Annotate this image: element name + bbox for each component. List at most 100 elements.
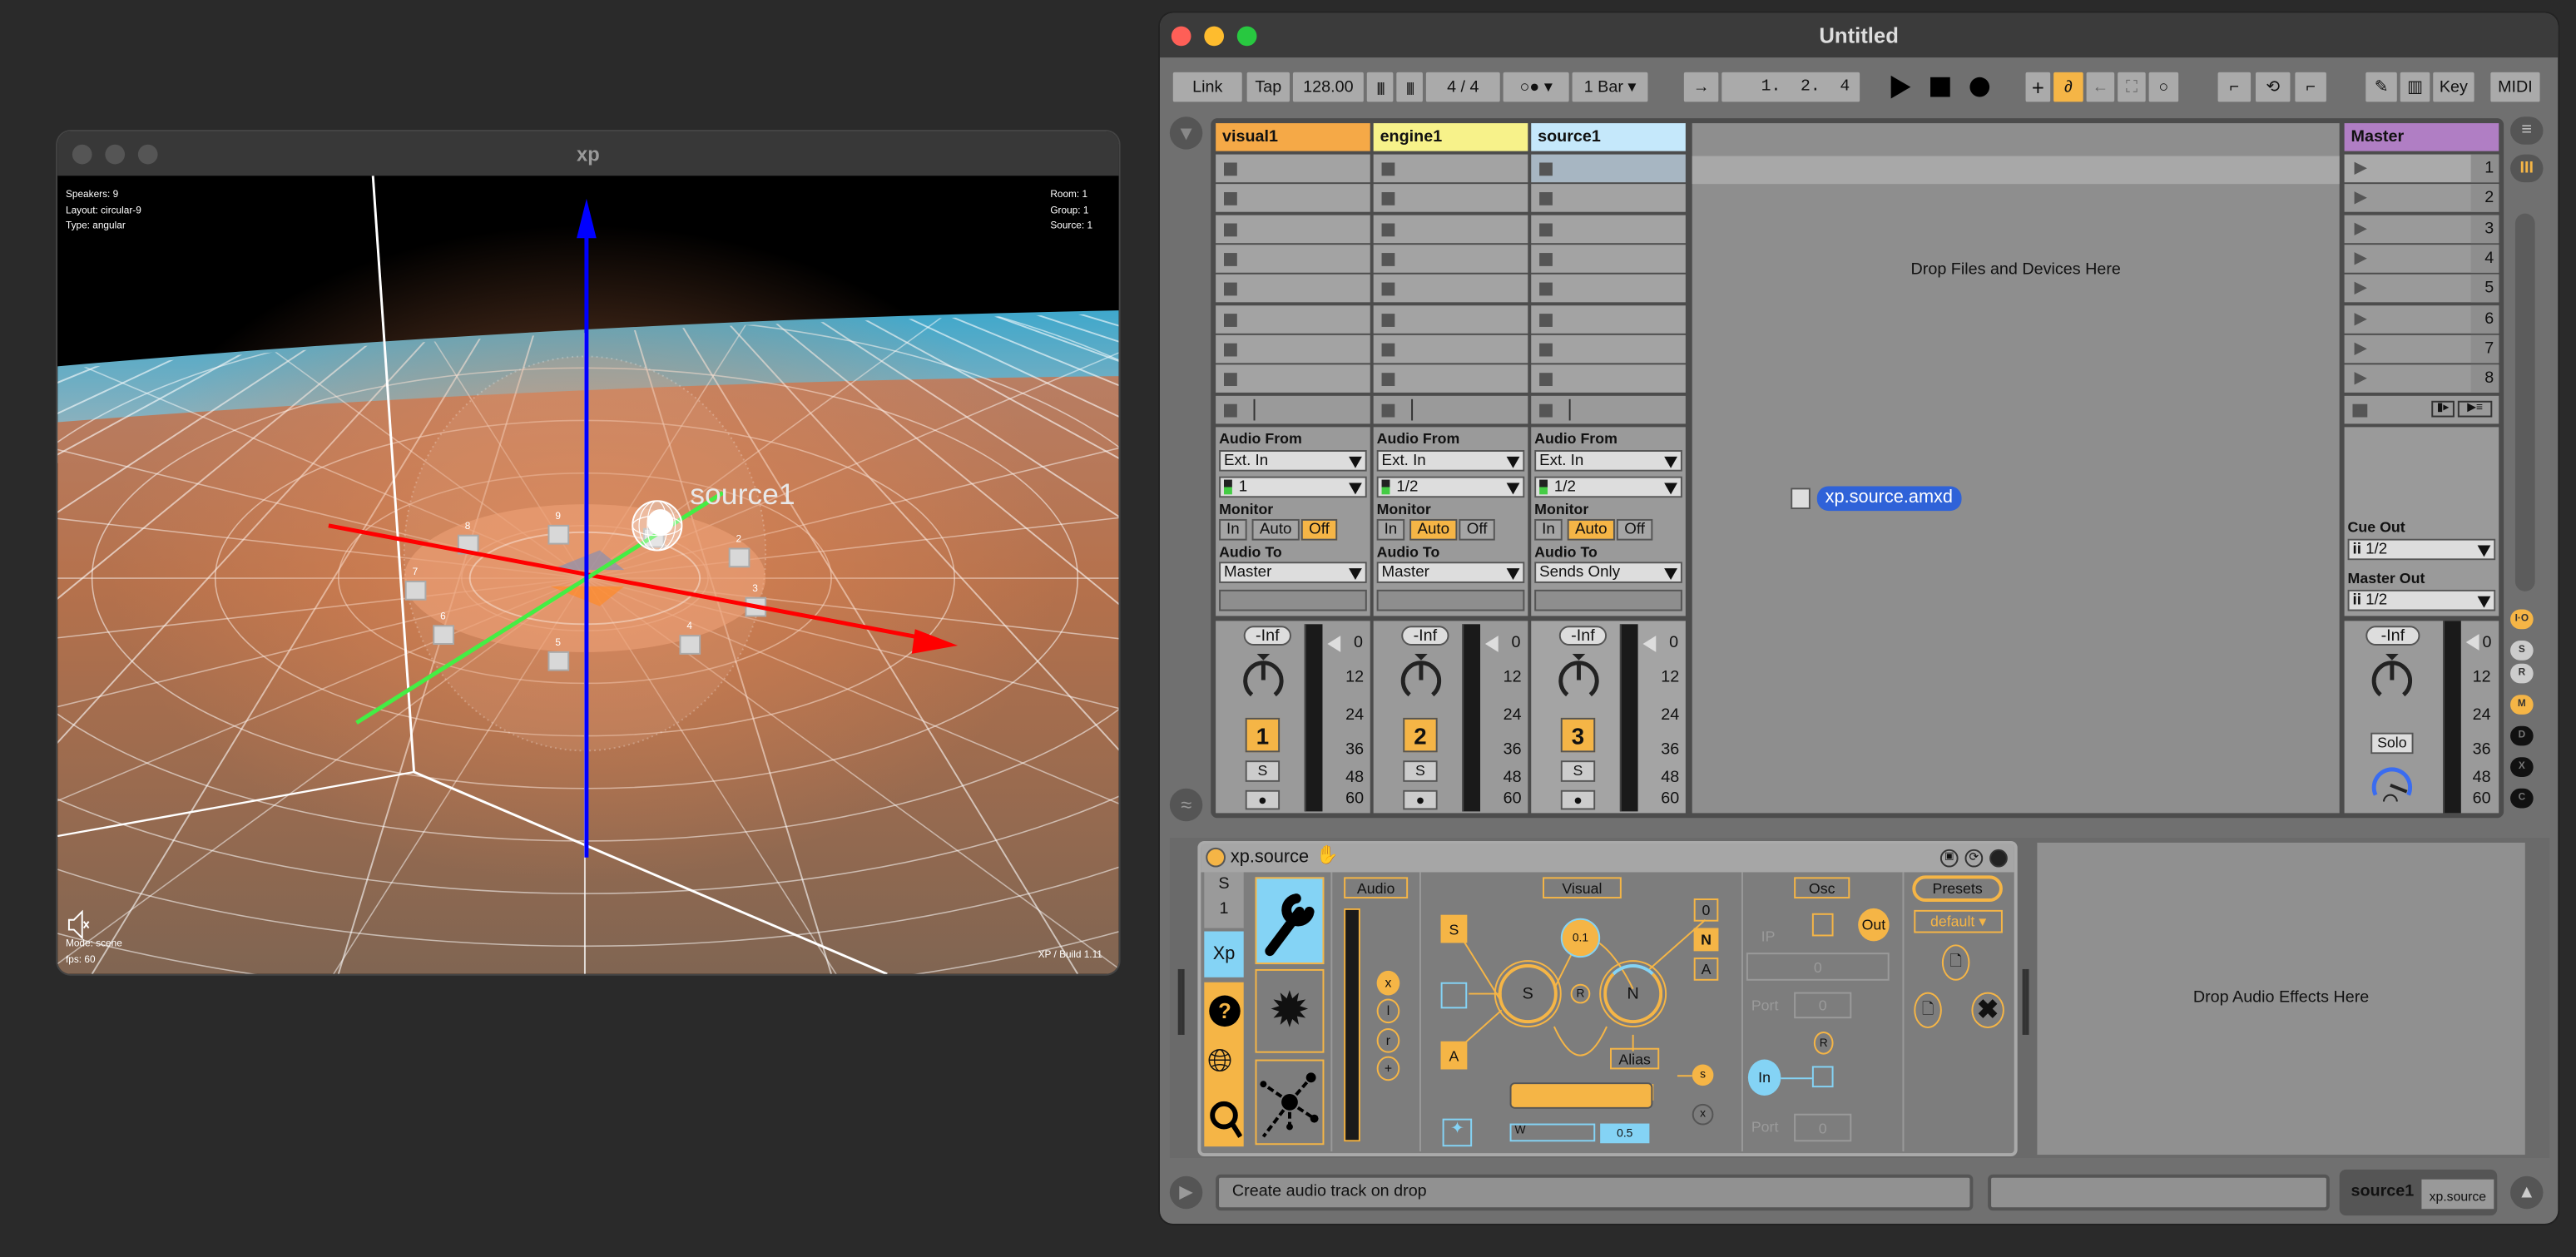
solo-button[interactable]: S <box>1245 760 1281 782</box>
draw-mode-icon[interactable]: ✎ <box>2365 72 2397 102</box>
device-thumbnail[interactable]: xp.source <box>2421 1179 2494 1210</box>
device-activator[interactable] <box>1206 847 1226 868</box>
r-button[interactable]: R <box>1570 983 1591 1004</box>
audio-from-dropdown[interactable]: Ext. In <box>1534 450 1682 472</box>
device-save-icon[interactable] <box>1989 849 2008 868</box>
midi-map-button[interactable]: MIDI <box>2490 72 2540 102</box>
audio-to-channel-field[interactable] <box>1534 589 1682 611</box>
pan-knob[interactable] <box>1396 653 1445 703</box>
clip-stop-button[interactable] <box>1539 282 1553 296</box>
3d-scene[interactable]: 123456789 source1 <box>57 176 1119 974</box>
xp-tab[interactable]: Xp <box>1204 931 1244 977</box>
clip-stop-button[interactable] <box>1539 222 1553 236</box>
clip-slot[interactable] <box>1216 244 1370 273</box>
audio-channel-button-3[interactable]: + <box>1376 1056 1400 1081</box>
punch-in-icon[interactable]: ⌐ <box>2217 72 2252 102</box>
back-to-arrangement-icon[interactable]: ← <box>2086 72 2115 102</box>
arm-record-button[interactable]: ● <box>1403 789 1438 810</box>
nudge-up-icon[interactable]: |||| <box>1396 72 1423 102</box>
scene-launch[interactable]: ▶ 4 <box>2344 244 2499 273</box>
osc-port2-field[interactable]: 0 <box>1794 1113 1852 1142</box>
audio-to-channel-field[interactable] <box>1376 589 1525 611</box>
tempo-field[interactable]: 128.00 <box>1292 72 1364 102</box>
close-button[interactable] <box>1171 26 1191 47</box>
clip-stop-button[interactable] <box>1539 343 1553 357</box>
monitor-in-button[interactable]: In <box>1534 518 1563 541</box>
clip-slot[interactable] <box>1216 275 1370 303</box>
vertical-scrollbar[interactable] <box>2514 213 2535 591</box>
clip-stop-button[interactable] <box>1539 373 1553 387</box>
master-volume-field[interactable]: -Inf <box>2365 626 2420 646</box>
scene-launch[interactable]: ▶ 7 <box>2344 334 2499 363</box>
clip-stop-button[interactable] <box>1381 313 1395 326</box>
clip-stop-button[interactable] <box>1539 192 1553 206</box>
arm-record-button[interactable]: ● <box>1560 789 1596 810</box>
clip-slot[interactable] <box>1531 304 1686 333</box>
visual-a-button[interactable]: A <box>1440 1041 1468 1070</box>
clip-slot[interactable] <box>1531 214 1686 243</box>
clip-slot[interactable] <box>1373 214 1528 243</box>
clip-stop-button[interactable] <box>1539 162 1553 176</box>
clip-slot[interactable] <box>1216 364 1370 393</box>
tap-button[interactable]: Tap <box>1246 72 1290 102</box>
pan-knob[interactable] <box>1554 653 1603 703</box>
w-value[interactable]: 0.5 <box>1600 1123 1650 1144</box>
nudge-down-icon[interactable]: |||| <box>1366 72 1394 102</box>
view-toggle-r[interactable]: R <box>2510 663 2534 684</box>
solo-button[interactable]: S <box>1560 760 1596 782</box>
quantize-dropdown[interactable]: 1 Bar ▾ <box>1572 72 1648 102</box>
track-volume-field[interactable]: -Inf <box>1401 626 1449 646</box>
clip-slot[interactable] <box>1373 334 1528 363</box>
settings-tab[interactable] <box>1255 877 1325 965</box>
clip-slot[interactable] <box>1531 275 1686 303</box>
input-channel-dropdown[interactable]: 1 <box>1219 476 1367 498</box>
master-track-header[interactable]: Master <box>2344 123 2499 151</box>
clip-stop-button[interactable] <box>1539 252 1553 266</box>
audio-channel-button-2[interactable]: r <box>1376 1028 1400 1053</box>
source-sphere[interactable] <box>632 500 683 552</box>
clip-stop-button[interactable] <box>1381 252 1395 266</box>
zoom-button[interactable] <box>1236 26 1257 47</box>
track-header-source1[interactable]: source1 <box>1531 123 1686 151</box>
audio-to-dropdown[interactable]: Master <box>1376 562 1525 583</box>
speaker-muted-icon[interactable] <box>67 909 91 940</box>
device-cpu-icon[interactable]: ▣ <box>1939 849 1959 868</box>
clip-stop-button[interactable] <box>1224 282 1237 296</box>
osc-r-button[interactable]: R <box>1813 1031 1834 1055</box>
mode-0-button[interactable]: 0 <box>1693 898 1719 922</box>
view-toggle-c[interactable]: C <box>2510 788 2534 809</box>
clip-stop-button[interactable] <box>1224 162 1237 176</box>
alias-name-field[interactable] <box>1509 1082 1653 1109</box>
osc-out-button[interactable]: Out <box>1858 908 1890 942</box>
view-toggle-io[interactable]: I·O <box>2510 609 2534 630</box>
clip-stop-button[interactable] <box>1224 192 1237 206</box>
clip-stop-button[interactable] <box>1224 373 1237 387</box>
clip-slot[interactable] <box>1531 244 1686 273</box>
minimize-button[interactable] <box>1204 26 1225 47</box>
osc-ip-field[interactable]: 0 <box>1746 953 1890 981</box>
help-icon[interactable]: ? <box>1209 995 1241 1027</box>
clip-stop-button[interactable] <box>1539 313 1553 326</box>
volume-fader-handle[interactable] <box>1327 636 1341 652</box>
presets-button[interactable]: Presets <box>1912 875 2003 903</box>
clip-slot[interactable] <box>1216 334 1370 363</box>
audio-to-dropdown[interactable]: Master <box>1219 562 1367 583</box>
clip-stop-button[interactable] <box>1224 343 1237 357</box>
clip-stop-button[interactable] <box>1224 252 1237 266</box>
close-button[interactable] <box>72 144 92 165</box>
alias-send-button[interactable]: s <box>1692 1064 1714 1086</box>
hamburger-icon[interactable]: ≡ <box>2510 116 2544 145</box>
delete-preset-icon[interactable]: ✖ <box>1971 992 2004 1029</box>
audio-effects-drop-area[interactable]: Drop Audio Effects Here <box>2037 842 2525 1156</box>
minimize-button[interactable] <box>105 144 126 165</box>
groove-pool-icon[interactable]: ≈ <box>1169 788 1203 822</box>
osc-out-toggle[interactable] <box>1811 913 1834 937</box>
clip-slot[interactable] <box>1531 154 1686 183</box>
stop-clips-button[interactable] <box>1539 403 1553 418</box>
monitor-auto-button[interactable]: Auto <box>1567 518 1615 541</box>
search-icon[interactable] <box>1209 1101 1242 1140</box>
follow-scene-icon[interactable]: ▮▸ <box>2431 400 2455 418</box>
view-toggle-d[interactable]: D <box>2510 725 2534 746</box>
zoom-button[interactable] <box>137 144 158 165</box>
clip-slot[interactable] <box>1373 184 1528 213</box>
